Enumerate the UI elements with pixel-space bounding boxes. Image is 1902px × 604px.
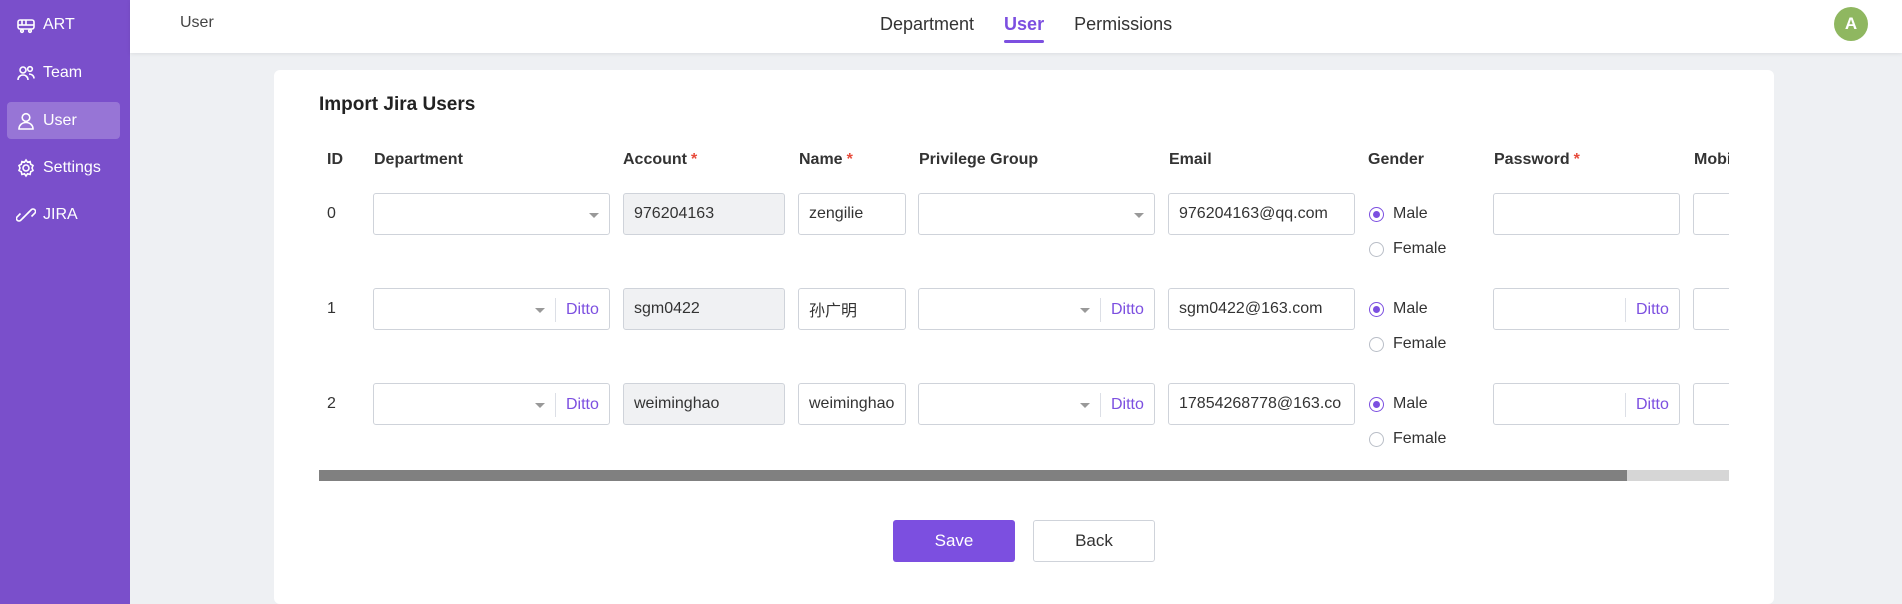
department-select[interactable]: Ditto	[373, 288, 610, 330]
column-header-privilege-group: Privilege Group	[919, 151, 1039, 168]
privilege-group-select[interactable]	[918, 193, 1155, 235]
sidebar-item-label: Settings	[43, 158, 101, 176]
gender-radio-female[interactable]: Female	[1369, 240, 1446, 258]
account-field: sgm0422	[623, 288, 785, 330]
sidebar-item-settings[interactable]: Settings	[7, 149, 120, 186]
ditto-button[interactable]: Ditto	[1625, 393, 1669, 417]
column-header-account: Account *	[623, 151, 698, 168]
gear-icon	[15, 157, 37, 179]
breadcrumb: User	[180, 14, 214, 31]
horizontal-scrollbar[interactable]	[319, 470, 1729, 481]
column-header-email: Email	[1169, 151, 1212, 168]
ditto-button[interactable]: Ditto	[1625, 298, 1669, 322]
password-field[interactable]	[1493, 193, 1680, 235]
radio-unchecked-icon	[1369, 241, 1384, 257]
sidebar-item-label: Team	[43, 63, 83, 81]
mobile-field[interactable]	[1693, 288, 1729, 330]
column-header-mobile: Mobi	[1694, 151, 1729, 168]
column-header-department: Department	[374, 151, 463, 168]
required-mark: *	[1573, 151, 1580, 168]
column-header-gender: Gender	[1368, 151, 1425, 168]
gender-radio-female[interactable]: Female	[1369, 335, 1446, 353]
name-field[interactable]: zengilie	[798, 193, 906, 235]
gender-radio-male[interactable]: Male	[1369, 300, 1428, 318]
jira-icon	[15, 204, 37, 226]
account-field: 976204163	[623, 193, 785, 235]
required-mark: *	[846, 151, 853, 168]
gender-radio-male[interactable]: Male	[1369, 395, 1428, 413]
column-header-name: Name *	[799, 151, 853, 168]
row-id: 0	[327, 205, 336, 222]
required-mark: *	[691, 151, 698, 168]
sidebar-item-user[interactable]: User	[7, 102, 120, 139]
column-header-password: Password *	[1494, 151, 1580, 168]
password-field[interactable]: Ditto	[1493, 288, 1680, 330]
avatar[interactable]: A	[1834, 7, 1868, 41]
tab-permissions[interactable]: Permissions	[1074, 0, 1172, 53]
department-select[interactable]	[373, 193, 610, 235]
sidebar-item-label: JIRA	[43, 205, 78, 223]
train-icon	[15, 14, 37, 36]
radio-checked-icon	[1369, 396, 1384, 412]
email-field[interactable]: 976204163@qq.com	[1168, 193, 1355, 235]
radio-unchecked-icon	[1369, 336, 1384, 352]
back-button[interactable]: Back	[1033, 520, 1155, 562]
ditto-button[interactable]: Ditto	[555, 393, 599, 417]
chevron-down-icon	[535, 403, 545, 408]
chevron-down-icon	[589, 213, 599, 218]
ditto-button[interactable]: Ditto	[1100, 298, 1144, 322]
sidebar-item-label: ART	[43, 15, 75, 33]
name-field[interactable]: weiminghao	[798, 383, 906, 425]
radio-unchecked-icon	[1369, 431, 1384, 447]
department-select[interactable]: Ditto	[373, 383, 610, 425]
save-button[interactable]: Save	[893, 520, 1015, 562]
mobile-field[interactable]	[1693, 383, 1729, 425]
mobile-field[interactable]	[1693, 193, 1729, 235]
ditto-button[interactable]: Ditto	[1100, 393, 1144, 417]
column-header-id: ID	[327, 151, 343, 168]
gender-radio-female[interactable]: Female	[1369, 430, 1446, 448]
page-title: Import Jira Users	[319, 94, 476, 115]
privilege-group-select[interactable]: Ditto	[918, 383, 1155, 425]
chevron-down-icon	[535, 308, 545, 313]
name-field[interactable]: 孙广明	[798, 288, 906, 330]
chevron-down-icon	[1080, 403, 1090, 408]
tab-bar: Department User Permissions	[880, 0, 1202, 53]
sidebar-item-label: User	[43, 111, 77, 129]
sidebar-item-team[interactable]: Team	[7, 54, 120, 91]
chevron-down-icon	[1134, 213, 1144, 218]
privilege-group-select[interactable]: Ditto	[918, 288, 1155, 330]
user-icon	[15, 110, 37, 132]
email-field[interactable]: 17854268778@163.co	[1168, 383, 1355, 425]
gender-radio-male[interactable]: Male	[1369, 205, 1428, 223]
account-field: weiminghao	[623, 383, 785, 425]
tab-user[interactable]: User	[1004, 0, 1045, 53]
top-header: User Department User Permissions A	[130, 0, 1902, 53]
ditto-button[interactable]: Ditto	[555, 298, 599, 322]
row-id: 1	[327, 300, 336, 317]
team-icon	[15, 62, 37, 84]
tab-department[interactable]: Department	[880, 0, 974, 53]
password-field[interactable]: Ditto	[1493, 383, 1680, 425]
row-id: 2	[327, 395, 336, 412]
radio-checked-icon	[1369, 206, 1384, 222]
chevron-down-icon	[1080, 308, 1090, 313]
radio-checked-icon	[1369, 301, 1384, 317]
email-field[interactable]: sgm0422@163.com	[1168, 288, 1355, 330]
sidebar-item-art[interactable]: ART	[7, 6, 120, 43]
sidebar-item-jira[interactable]: JIRA	[7, 196, 120, 233]
sidebar: ART Team User Settings JIRA	[0, 0, 130, 604]
scrollbar-thumb[interactable]	[319, 470, 1628, 481]
